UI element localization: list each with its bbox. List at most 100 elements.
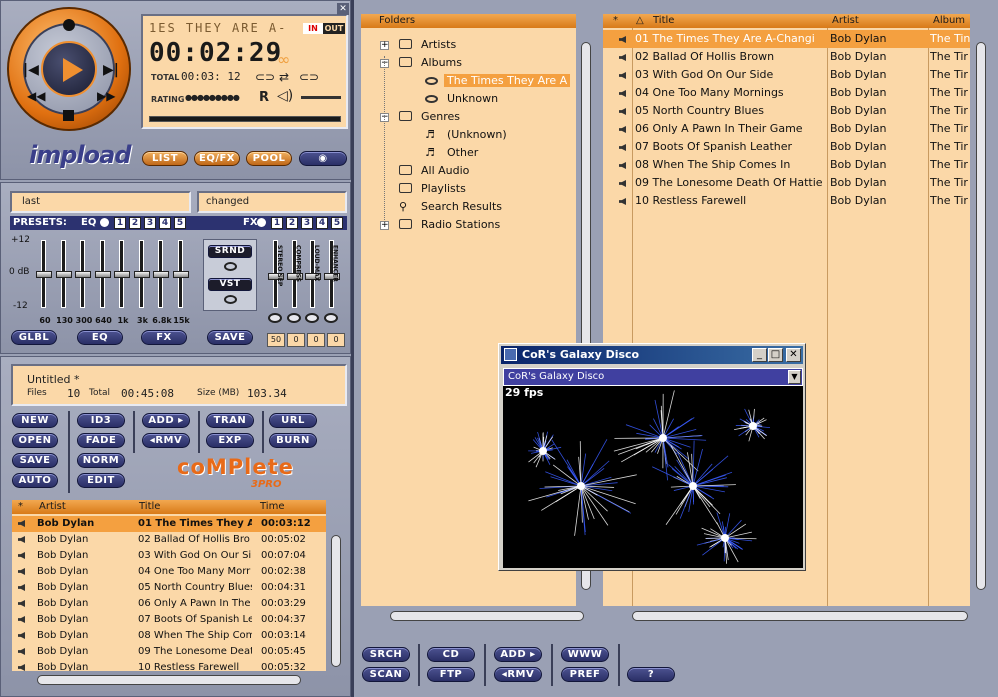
fx-preset-2[interactable]: 2 [286, 217, 298, 229]
minimize-icon[interactable]: _ [752, 348, 767, 362]
fx-preset-toggle-icon[interactable] [257, 218, 266, 227]
playlist-vscroll[interactable] [331, 535, 341, 667]
viz-titlebar[interactable]: CoR's Galaxy Disco _ □ ✕ [501, 346, 803, 364]
eq-slider-knob[interactable] [133, 271, 150, 278]
vst-button[interactable]: VST [208, 278, 252, 291]
track-row[interactable]: 06 Only A Pawn In Their Game Bob Dylan The… [603, 120, 970, 138]
rating-dots[interactable]: ●●●●●●●●● [185, 93, 240, 102]
repeat-infinite-icon[interactable]: ∞ [277, 50, 290, 69]
library-add-button[interactable]: ADD ▸ [494, 647, 542, 662]
record-button[interactable] [63, 19, 75, 31]
eq-slider-knob[interactable] [172, 271, 189, 278]
track-row[interactable]: 09 The Lonesome Death Of Hattie Bob Dylan… [603, 174, 970, 192]
auto-playlist-button[interactable]: AUTO [12, 473, 58, 488]
rewind-icon[interactable]: ◀◀ [27, 89, 45, 103]
playlist-row[interactable]: Bob Dylan 06 Only A Pawn In The 00:03:29 [12, 596, 326, 612]
fx-preset-3[interactable]: 3 [301, 217, 313, 229]
playlist-row[interactable]: Bob Dylan 02 Ballad Of Hollis Bro 00:05:02 [12, 532, 326, 548]
playlist-row[interactable]: Bob Dylan 09 The Lonesome Deat 00:05:45 [12, 644, 326, 660]
visualizer-button[interactable]: ◉ [299, 151, 347, 166]
playlist-row[interactable]: Bob Dylan 08 When The Ship Com 00:03:14 [12, 628, 326, 644]
playlist-header-star[interactable]: * [18, 500, 23, 514]
tree-item[interactable]: ♬ Other [425, 145, 481, 161]
tracks-header-artist[interactable]: Artist [832, 14, 859, 28]
ftp-button[interactable]: FTP [427, 667, 475, 682]
id3-button[interactable]: ID3 [77, 413, 125, 428]
help-button[interactable]: ? [627, 667, 675, 682]
tree-item[interactable]: ♬ (Unknown) [425, 127, 510, 143]
eq-preset-1[interactable]: 1 [114, 217, 126, 229]
eqfx-button[interactable]: EQ/FX [194, 151, 240, 166]
in-indicator[interactable]: IN [303, 23, 323, 34]
exp-button[interactable]: EXP [206, 433, 254, 448]
playlist-header-title[interactable]: Title [139, 500, 160, 514]
fx-eye-icon[interactable] [268, 313, 282, 323]
playlist-row[interactable]: Bob Dylan 04 One Too Many Morr 00:02:38 [12, 564, 326, 580]
stop-button[interactable] [63, 110, 74, 121]
eq-slider-640[interactable] [94, 240, 111, 308]
list-button[interactable]: LIST [142, 151, 188, 166]
shuffle-icon[interactable]: ⇄ [279, 70, 289, 84]
eq-preset-3[interactable]: 3 [144, 217, 156, 229]
burn-button[interactable]: BURN [269, 433, 317, 448]
tree-item[interactable]: Playlists [399, 181, 469, 197]
tracks-header-album[interactable]: Album [933, 14, 965, 28]
fx-eye-icon[interactable] [286, 313, 301, 323]
eq-preset-5[interactable]: 5 [174, 217, 186, 229]
eq-preset-field-2[interactable]: changed [197, 191, 347, 213]
fx-preset-1[interactable]: 1 [271, 217, 283, 229]
tree-item[interactable]: All Audio [399, 163, 472, 179]
fx-button[interactable]: FX [141, 330, 187, 345]
eq-button[interactable]: EQ [77, 330, 123, 345]
playlist-hscroll[interactable] [37, 675, 301, 685]
eq-slider-knob[interactable] [75, 271, 91, 278]
fx-preset-5[interactable]: 5 [331, 217, 343, 229]
edit-button[interactable]: EDIT [77, 473, 125, 488]
expand-icon[interactable]: + [380, 41, 389, 50]
track-vscroll[interactable] [976, 42, 986, 590]
fast-forward-icon[interactable]: ▶▶ [97, 89, 115, 103]
seek-bar[interactable] [149, 116, 341, 122]
playlist-row[interactable]: Bob Dylan 07 Boots Of Spanish Le 00:04:37 [12, 612, 326, 628]
eq-slider-3k[interactable] [133, 240, 150, 308]
eq-slider-130[interactable] [55, 240, 72, 308]
remove-button[interactable]: ◂RMV [142, 433, 190, 448]
loop-icon[interactable]: ⊂⊃ [255, 70, 275, 84]
eq-slider-1k[interactable] [114, 240, 130, 308]
tree-item[interactable]: Albums [399, 55, 465, 71]
folders-header[interactable]: Folders [361, 14, 576, 28]
add-button[interactable]: ADD ▸ [142, 413, 190, 428]
playlist-row[interactable]: Bob Dylan 01 The Times They Are 00:03:12 [12, 516, 326, 532]
www-button[interactable]: WWW [561, 647, 609, 662]
open-playlist-button[interactable]: OPEN [12, 433, 58, 448]
cd-button[interactable]: CD [427, 647, 475, 662]
fade-button[interactable]: FADE [77, 433, 125, 448]
tree-item[interactable]: Genres [399, 109, 463, 125]
eq-slider-300[interactable] [75, 240, 91, 308]
viz-select[interactable]: CoR's Galaxy Disco ▼ [503, 368, 803, 386]
track-hscroll[interactable] [632, 611, 968, 621]
eq-slider-knob[interactable] [153, 271, 169, 278]
glbl-button[interactable]: GLBL [11, 330, 57, 345]
eq-slider-6.8k[interactable] [153, 240, 169, 308]
tracks-header-star[interactable]: * [613, 14, 618, 28]
tree-item[interactable]: ⚲ Search Results [399, 199, 505, 215]
scan-button[interactable]: SCAN [362, 667, 410, 682]
eq-preset-4[interactable]: 4 [159, 217, 171, 229]
fx-eye-icon[interactable] [305, 313, 319, 323]
pref-button[interactable]: PREF [561, 667, 609, 682]
norm-button[interactable]: NORM [77, 453, 125, 468]
close-icon[interactable]: ✕ [786, 348, 801, 362]
srnd-button[interactable]: SRND [208, 245, 252, 258]
search-button[interactable]: SRCH [362, 647, 410, 662]
play-button[interactable] [41, 41, 97, 97]
tree-item[interactable]: Artists [399, 37, 459, 53]
tree-item[interactable]: Radio Stations [399, 217, 503, 233]
eq-preset-toggle-icon[interactable] [100, 218, 109, 227]
tree-item[interactable]: Unknown [425, 91, 501, 107]
eq-slider-knob[interactable] [55, 271, 72, 278]
chevron-down-icon[interactable]: ▼ [788, 370, 801, 384]
track-row[interactable]: 01 The Times They Are A-Changi Bob Dylan T… [603, 30, 970, 48]
tree-item[interactable]: The Times They Are A [425, 73, 571, 89]
pool-button[interactable]: POOL [246, 151, 292, 166]
